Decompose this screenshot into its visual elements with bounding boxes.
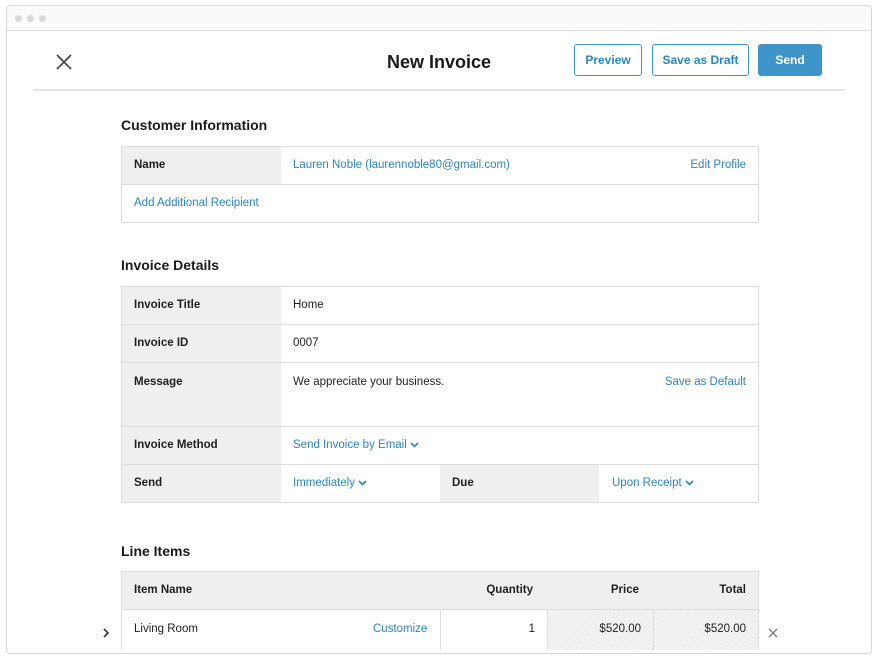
invoice-method-row: Invoice Method Send Invoice by Email: [121, 427, 759, 465]
invoice-title-label: Invoice Title: [122, 287, 281, 324]
quantity-field[interactable]: 1: [441, 610, 547, 649]
app-window: New Invoice Preview Save as Draft Send C…: [6, 5, 872, 654]
remove-item-icon[interactable]: [768, 625, 778, 638]
price-header: Price: [610, 584, 639, 596]
due-dropdown[interactable]: Upon Receipt: [612, 465, 694, 502]
invoice-method-label: Invoice Method: [122, 427, 281, 464]
send-timing-value: Immediately: [293, 477, 355, 489]
page-title: New Invoice: [386, 52, 492, 72]
line-items-section-title: Line Items: [121, 543, 191, 559]
send-label: Send: [122, 465, 281, 502]
message-label: Message: [122, 363, 281, 426]
add-recipient-link[interactable]: Add Additional Recipient: [134, 185, 259, 222]
save-draft-button[interactable]: Save as Draft: [652, 44, 749, 76]
invoice-method-value: Send Invoice by Email: [293, 439, 407, 451]
total-header: Total: [719, 584, 746, 596]
customer-name-link[interactable]: Lauren Noble (laurennoble80@gmail.com): [293, 147, 510, 184]
edit-profile-link[interactable]: Edit Profile: [690, 147, 746, 184]
save-default-link[interactable]: Save as Default: [665, 376, 746, 388]
price-field[interactable]: $520.00: [547, 610, 653, 650]
message-row: Message We appreciate your business. Sav…: [121, 363, 759, 427]
invoice-title-field[interactable]: Home: [293, 287, 324, 324]
invoice-id-field[interactable]: 0007: [293, 325, 319, 362]
window-dot: [39, 15, 46, 22]
send-due-row: Send Immediately Due Upon Receipt: [121, 465, 759, 503]
send-button[interactable]: Send: [758, 44, 822, 76]
details-section-title: Invoice Details: [121, 257, 220, 273]
line-items-table: Item Name Quantity Price Total Living Ro…: [121, 571, 759, 650]
customer-name-row: Name Lauren Noble (laurennoble80@gmail.c…: [121, 147, 759, 185]
invoice-id-label: Invoice ID: [122, 325, 281, 362]
window-dot: [27, 15, 34, 22]
customer-section-title: Customer Information: [121, 117, 268, 133]
chevron-down-icon: [685, 480, 694, 486]
total-cell: $520.00: [653, 610, 758, 650]
send-timing-dropdown[interactable]: Immediately: [293, 465, 367, 502]
line-items-header-row: Item Name Quantity Price Total: [121, 572, 759, 610]
customer-table: Name Lauren Noble (laurennoble80@gmail.c…: [121, 146, 759, 223]
invoice-title-row: Invoice Title Home: [121, 287, 759, 325]
header-divider: [33, 89, 845, 91]
name-label: Name: [122, 147, 281, 184]
invoice-method-dropdown[interactable]: Send Invoice by Email: [293, 427, 419, 464]
add-recipient-row: Add Additional Recipient: [121, 185, 759, 223]
customize-link[interactable]: Customize: [373, 610, 427, 649]
chevron-right-icon[interactable]: [101, 625, 111, 638]
window-titlebar: [7, 6, 871, 31]
chevron-down-icon: [358, 480, 367, 486]
preview-button[interactable]: Preview: [574, 44, 642, 76]
message-field[interactable]: We appreciate your business.: [293, 376, 444, 388]
table-row: Living Room Customize 1 $520.00 $520.00: [121, 610, 759, 650]
item-name-header: Item Name: [134, 584, 193, 596]
window-dot: [15, 15, 22, 22]
item-name-cell[interactable]: Living Room: [134, 610, 198, 649]
quantity-header: Quantity: [486, 584, 533, 596]
chevron-down-icon: [410, 442, 419, 448]
close-icon[interactable]: [54, 52, 74, 72]
invoice-id-row: Invoice ID 0007: [121, 325, 759, 363]
due-label: Due: [440, 465, 599, 502]
due-value: Upon Receipt: [612, 477, 682, 489]
details-table: Invoice Title Home Invoice ID 0007 Messa…: [121, 286, 759, 503]
